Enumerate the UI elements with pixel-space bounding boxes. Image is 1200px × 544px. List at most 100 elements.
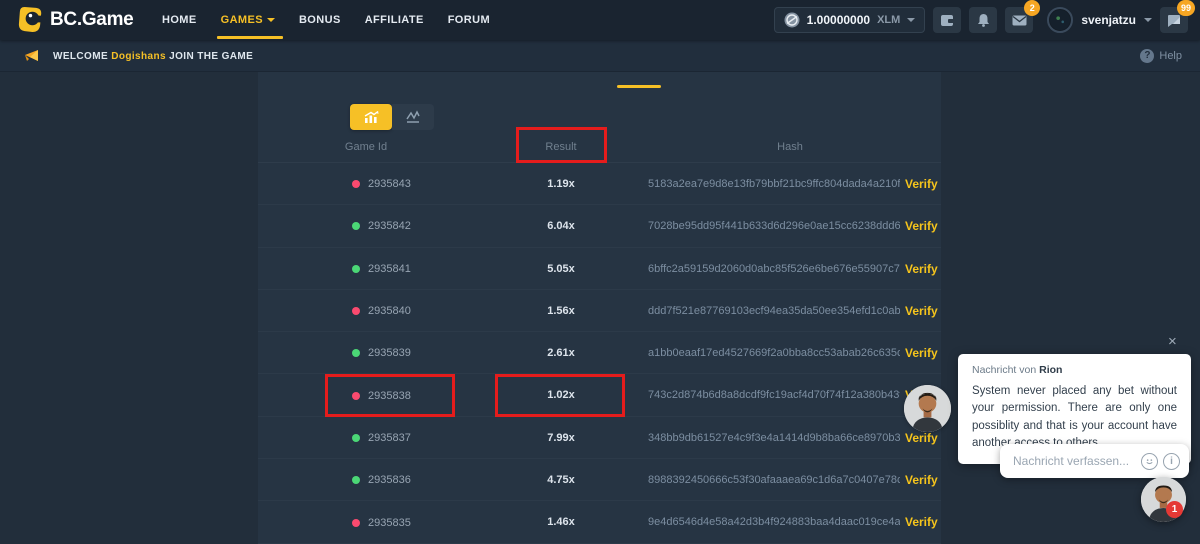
bar-chart-icon <box>363 110 380 124</box>
game-id: 2935841 <box>368 263 411 275</box>
wallet-icon <box>940 14 955 27</box>
main-nav: HOME GAMES BONUS AFFILIATE FORUM <box>162 0 490 40</box>
game-hash: 5183a2ea7e9d8e13fb79bbf21bc9ffc804dada4a… <box>648 163 900 205</box>
game-id: 2935839 <box>368 347 411 359</box>
results-table-body: 2935843 1.19x 5183a2ea7e9d8e13fb79bbf21b… <box>258 163 941 544</box>
table-row: 2935835 1.46x 9e4d6546d4e58a42d3b4f92488… <box>258 501 941 543</box>
header-right-controls: 1.00000000 XLM <box>774 7 1188 33</box>
nav-item-forum[interactable]: FORUM <box>448 0 490 40</box>
annotation-box-result-header <box>516 127 607 163</box>
balance-currency-selector[interactable]: 1.00000000 XLM <box>774 7 926 33</box>
game-result: 5.05x <box>491 248 631 290</box>
table-row: 2935841 5.05x 6bffc2a59159d2060d0abc85f5… <box>258 248 941 290</box>
table-row: 2935837 7.99x 348bb9db61527e4c9f3e4a1414… <box>258 417 941 459</box>
game-id-cell: 2935843 <box>352 163 411 205</box>
active-nav-underline <box>217 36 283 39</box>
bell-icon <box>977 13 990 27</box>
game-hash: 7028be95dd95f441b633d6d296e0ae15cc6238dd… <box>648 205 900 247</box>
chat-bubble-icon <box>1167 14 1181 27</box>
chat-agent-avatar <box>904 385 951 432</box>
column-header-game-id: Game Id <box>316 141 416 153</box>
brand-home-link[interactable]: BC.Game <box>16 6 133 33</box>
nav-item-home[interactable]: HOME <box>162 0 197 40</box>
chat-input-container: i <box>1000 444 1189 478</box>
column-header-hash: Hash <box>720 141 860 153</box>
emoji-icon[interactable] <box>1141 453 1158 470</box>
help-link[interactable]: ? Help <box>1140 40 1182 72</box>
welcome-bar: WELCOME Dogishans JOIN THE GAME ? Help <box>0 40 1200 72</box>
game-hash: 8988392450666c53f30afaaaea69c1d6a7c0407e… <box>648 459 900 501</box>
game-status-dot-icon <box>352 180 360 188</box>
game-id-cell: 2935837 <box>352 417 411 459</box>
chevron-down-icon <box>907 18 915 22</box>
table-row: 2935839 2.61x a1bb0eaaf17ed4527669f2a0bb… <box>258 332 941 374</box>
notifications-button[interactable] <box>969 7 997 33</box>
game-id-cell: 2935839 <box>352 332 411 374</box>
game-id-cell: 2935842 <box>352 205 411 247</box>
game-result: 6.04x <box>491 205 631 247</box>
game-id: 2935842 <box>368 220 411 232</box>
game-hash: ddd7f521e87769103ecf94ea35da50ee354efd1c… <box>648 290 900 332</box>
chat-popup-close-icon[interactable]: × <box>1168 334 1177 349</box>
brand-name: BC.Game <box>50 9 133 31</box>
game-id: 2935835 <box>368 517 411 529</box>
verify-link[interactable]: Verify <box>905 290 938 332</box>
chat-message-input[interactable] <box>1013 454 1136 468</box>
question-mark-icon: ? <box>1140 49 1154 63</box>
line-chart-icon <box>405 110 421 124</box>
nav-item-affiliate[interactable]: AFFILIATE <box>365 0 424 40</box>
balance-currency: XLM <box>877 14 900 26</box>
chat-message-title: Nachricht von Rion <box>972 364 1177 376</box>
view-toggle-results[interactable] <box>350 104 392 130</box>
chevron-down-icon <box>267 18 275 22</box>
game-status-dot-icon <box>352 349 360 357</box>
nav-item-games[interactable]: GAMES <box>221 0 275 40</box>
game-id-cell: 2935840 <box>352 290 411 332</box>
tab-indicator <box>617 85 661 88</box>
info-icon[interactable]: i <box>1163 453 1180 470</box>
table-row: 2935842 6.04x 7028be95dd95f441b633d6d296… <box>258 205 941 247</box>
user-avatar[interactable] <box>1047 7 1073 33</box>
game-id-cell: 2935841 <box>352 248 411 290</box>
verify-link[interactable]: Verify <box>905 248 938 290</box>
game-hash: 348bb9db61527e4c9f3e4a1414d9b8ba66ce8970… <box>648 417 900 459</box>
mail-icon <box>1012 15 1027 26</box>
view-toggle-trend[interactable] <box>392 104 434 130</box>
verify-link[interactable]: Verify <box>905 163 938 205</box>
view-toggle-group <box>350 104 434 130</box>
game-result: 1.46x <box>491 501 631 543</box>
game-status-dot-icon <box>352 519 360 527</box>
verify-link[interactable]: Verify <box>905 205 938 247</box>
game-status-dot-icon <box>352 265 360 273</box>
welcome-message: WELCOME Dogishans JOIN THE GAME <box>53 51 253 62</box>
xlm-coin-icon <box>784 12 800 28</box>
mail-badge: 2 <box>1024 0 1040 16</box>
verify-link[interactable]: Verify <box>905 459 938 501</box>
game-id: 2935836 <box>368 474 411 486</box>
annotation-box-result-1.02x <box>495 374 625 417</box>
bcgame-logo-icon <box>16 6 43 33</box>
username-label[interactable]: svenjatzu <box>1081 13 1136 27</box>
site-chat-button[interactable]: 99 <box>1160 7 1188 33</box>
game-id: 2935843 <box>368 178 411 190</box>
table-row: 2935836 4.75x 8988392450666c53f30afaaaea… <box>258 459 941 501</box>
game-hash: a1bb0eaaf17ed4527669f2a0bba8cc53abab26c6… <box>648 332 900 374</box>
chevron-down-icon[interactable] <box>1144 18 1152 22</box>
game-status-dot-icon <box>352 434 360 442</box>
chat-launcher-badge: 1 <box>1166 501 1183 518</box>
verify-link[interactable]: Verify <box>905 332 938 374</box>
game-hash: 9e4d6546d4e58a42d3b4f924883baa4daac019ce… <box>648 501 900 543</box>
verify-link[interactable]: Verify <box>905 501 938 543</box>
game-result: 4.75x <box>491 459 631 501</box>
game-result: 2.61x <box>491 332 631 374</box>
nav-item-bonus[interactable]: BONUS <box>299 0 341 40</box>
wallet-button[interactable] <box>933 7 961 33</box>
messages-button[interactable]: 2 <box>1005 7 1033 33</box>
table-row: 2935840 1.56x ddd7f521e87769103ecf94ea35… <box>258 290 941 332</box>
welcome-username: Dogishans <box>111 51 166 62</box>
annotation-box-game-id-2935838 <box>325 374 455 417</box>
game-id-cell: 2935835 <box>352 501 411 543</box>
chat-message-text: System never placed any bet without your… <box>972 383 1177 452</box>
game-result: 7.99x <box>491 417 631 459</box>
chat-badge: 99 <box>1177 0 1195 16</box>
